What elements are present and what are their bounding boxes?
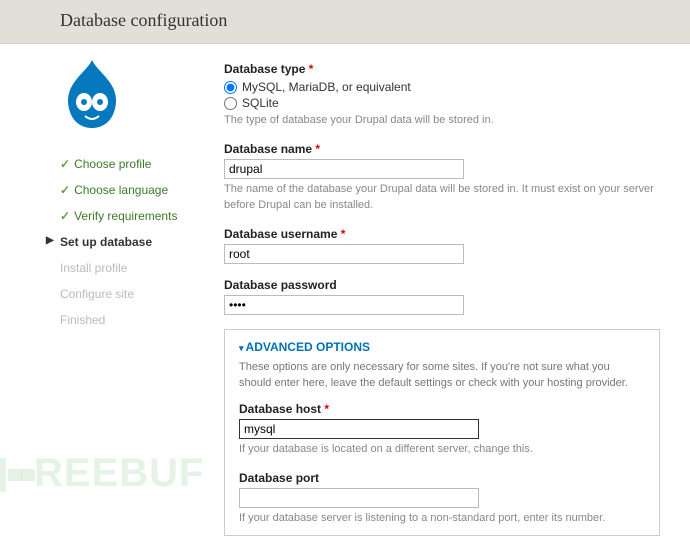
check-icon: ✓: [60, 157, 70, 171]
db-host-desc: If your database is located on a differe…: [239, 442, 645, 457]
check-icon: ✓: [60, 183, 70, 197]
field-db-type: Database type * MySQL, MariaDB, or equiv…: [224, 62, 660, 128]
field-db-user: Database username *: [224, 227, 660, 264]
step-configure-site: Configure site: [60, 281, 200, 307]
advanced-options-toggle[interactable]: ▾ADVANCED OPTIONS: [239, 340, 645, 354]
field-db-host: Database host * If your database is loca…: [239, 402, 645, 457]
check-icon: ✓: [60, 209, 70, 223]
db-port-label: Database port: [239, 471, 645, 485]
radio-sqlite[interactable]: SQLite: [224, 96, 660, 110]
advanced-desc: These options are only necessary for som…: [239, 360, 645, 392]
db-pass-label: Database password: [224, 278, 660, 292]
radio-mysql[interactable]: MySQL, MariaDB, or equivalent: [224, 80, 660, 94]
arrow-right-icon: ▶: [46, 235, 54, 246]
sidebar: ✓Choose profile ✓Choose language ✓Verify…: [0, 44, 200, 536]
advanced-options-box: ▾ADVANCED OPTIONS These options are only…: [224, 329, 660, 536]
drupal-logo-icon: [60, 58, 200, 133]
caret-down-icon: ▾: [239, 343, 244, 353]
step-choose-profile: ✓Choose profile: [60, 151, 200, 177]
field-db-pass: Database password: [224, 278, 660, 315]
db-pass-input[interactable]: [224, 295, 464, 315]
db-user-label: Database username *: [224, 227, 660, 241]
radio-sqlite-input[interactable]: [224, 97, 237, 110]
db-host-label: Database host *: [239, 402, 645, 416]
db-type-desc: The type of database your Drupal data wi…: [224, 113, 660, 128]
field-db-name: Database name * The name of the database…: [224, 142, 660, 213]
db-type-label: Database type *: [224, 62, 660, 76]
db-port-input[interactable]: [239, 488, 479, 508]
step-verify-requirements: ✓Verify requirements: [60, 203, 200, 229]
field-db-port: Database port If your database server is…: [239, 471, 645, 526]
step-setup-database: ▶Set up database: [60, 229, 200, 255]
radio-mysql-input[interactable]: [224, 81, 237, 94]
db-port-desc: If your database server is listening to …: [239, 511, 645, 526]
db-name-desc: The name of the database your Drupal dat…: [224, 182, 660, 213]
main-container: ✓Choose profile ✓Choose language ✓Verify…: [0, 44, 690, 536]
form-area: Database type * MySQL, MariaDB, or equiv…: [200, 44, 690, 536]
db-host-input[interactable]: [239, 419, 479, 439]
step-choose-language: ✓Choose language: [60, 177, 200, 203]
install-steps: ✓Choose profile ✓Choose language ✓Verify…: [60, 151, 200, 333]
db-name-input[interactable]: [224, 159, 464, 179]
page-header: Database configuration: [0, 0, 690, 44]
db-user-input[interactable]: [224, 244, 464, 264]
step-install-profile: Install profile: [60, 255, 200, 281]
step-finished: Finished: [60, 307, 200, 333]
page-title: Database configuration: [60, 10, 690, 31]
db-name-label: Database name *: [224, 142, 660, 156]
